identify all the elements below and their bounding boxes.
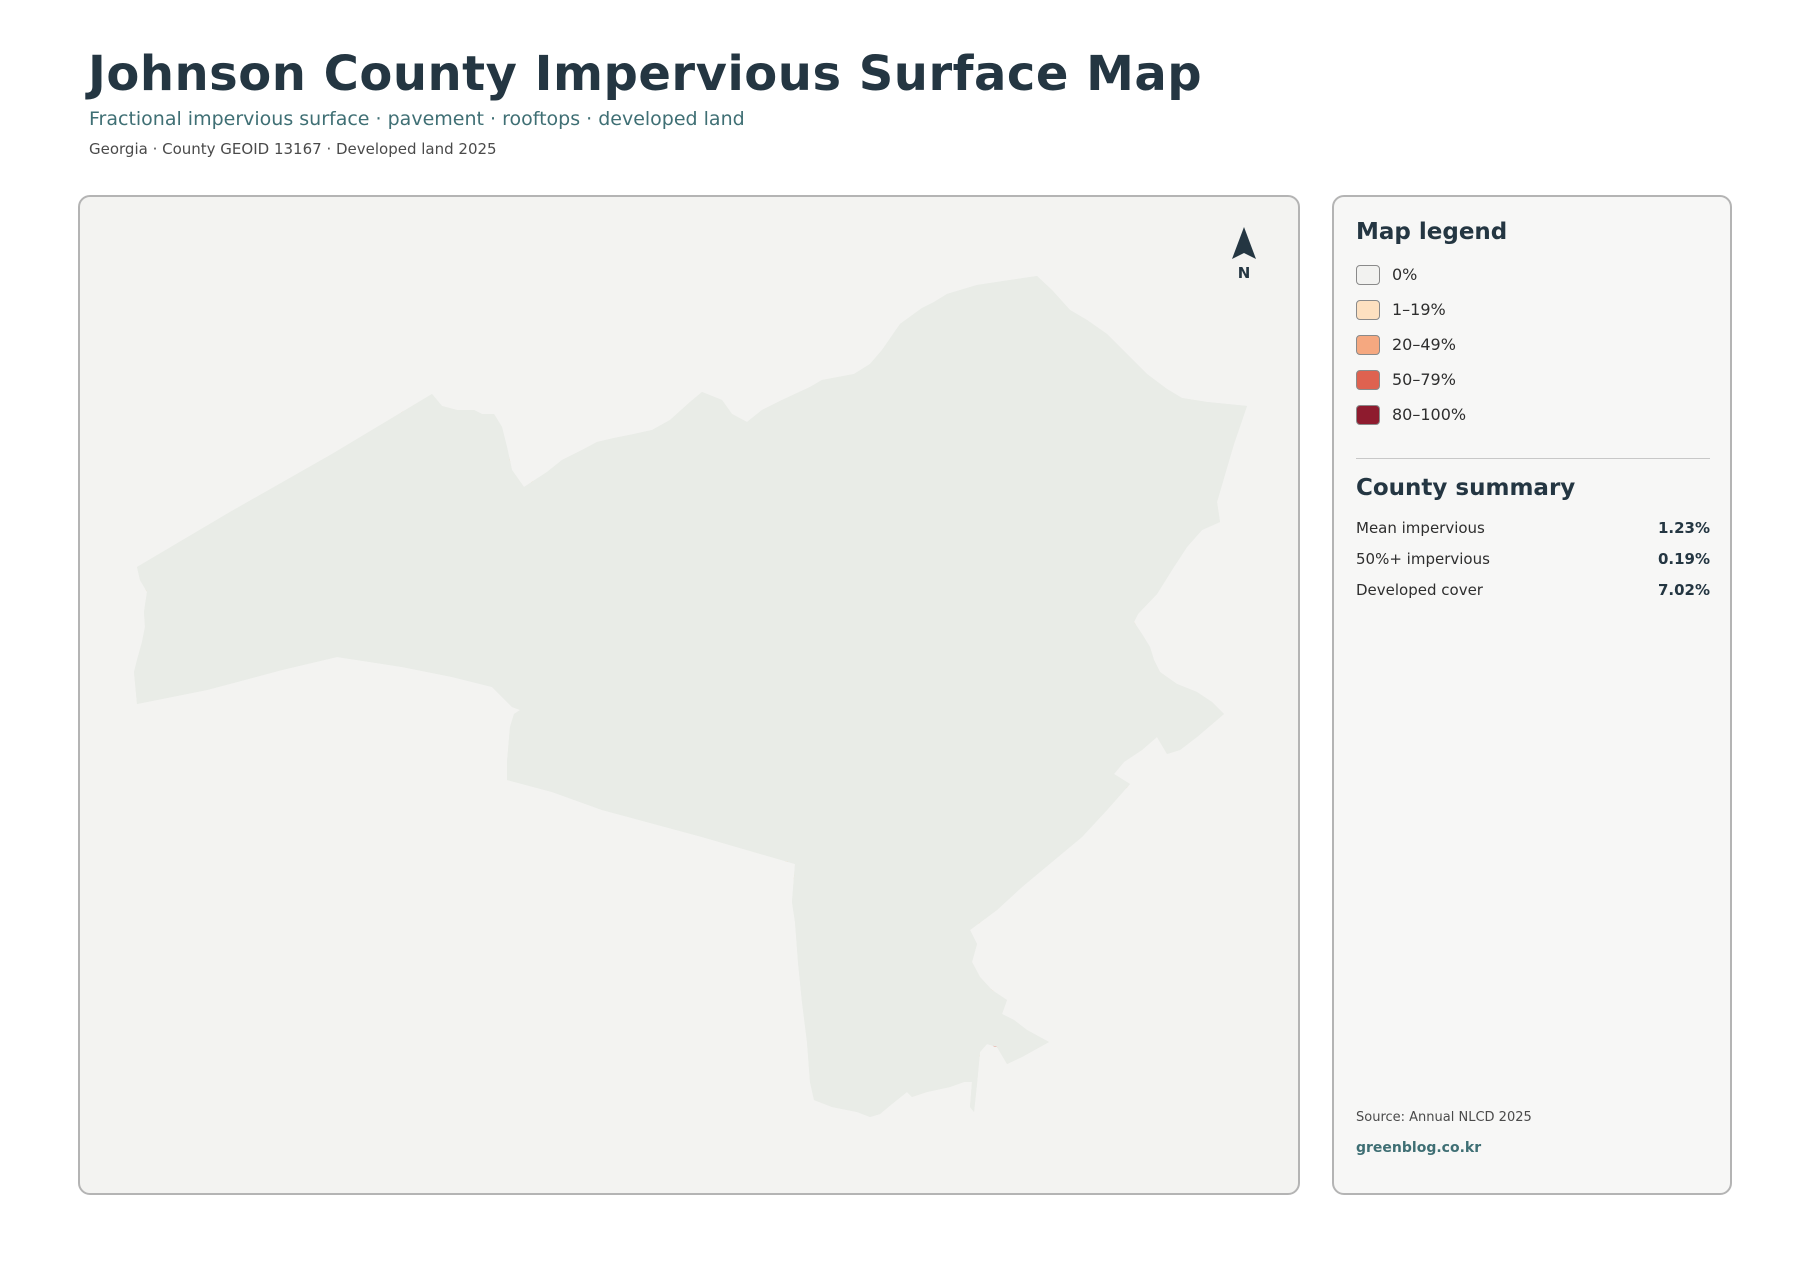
legend-panel: Map legend 0% 1–19% 20–49% 50–79% 80–100% Co… <box>1332 195 1732 1195</box>
summary-value: 7.02% <box>1657 581 1710 599</box>
legend-item: 1–19% <box>1356 300 1716 335</box>
summary-label: Developed cover <box>1356 581 1483 599</box>
legend-list: 0% 1–19% 20–49% 50–79% 80–100% <box>1356 265 1716 440</box>
page-meta: Georgia · County GEOID 13167 · Developed… <box>89 140 497 158</box>
legend-swatch <box>1356 335 1380 355</box>
summary-row: Mean impervious 1.23% <box>1356 519 1710 550</box>
summary-list: Mean impervious 1.23% 50%+ impervious 0.19%… <box>1356 519 1710 612</box>
summary-value: 1.23% <box>1657 519 1710 537</box>
legend-swatch <box>1356 265 1380 285</box>
legend-item: 0% <box>1356 265 1716 300</box>
legend-swatch <box>1356 370 1380 390</box>
legend-swatch <box>1356 405 1380 425</box>
site-link[interactable]: greenblog.co.kr <box>1356 1140 1481 1156</box>
county-map[interactable] <box>80 197 1300 1195</box>
legend-item: 80–100% <box>1356 405 1716 440</box>
legend-label: 0% <box>1392 265 1418 284</box>
legend-swatch <box>1356 300 1380 320</box>
legend-label: 1–19% <box>1392 300 1446 319</box>
summary-row: 50%+ impervious 0.19% <box>1356 550 1710 581</box>
page-subtitle: Fractional impervious surface · pavement… <box>89 108 745 130</box>
page-title: Johnson County Impervious Surface Map <box>88 46 1203 102</box>
summary-value: 0.19% <box>1657 550 1710 568</box>
map-panel[interactable] <box>78 195 1300 1195</box>
summary-row: Developed cover 7.02% <box>1356 581 1710 612</box>
summary-label: Mean impervious <box>1356 519 1485 537</box>
legend-title: Map legend <box>1356 219 1508 245</box>
legend-item: 50–79% <box>1356 370 1716 405</box>
legend-label: 50–79% <box>1392 370 1456 389</box>
north-label: N <box>1237 264 1251 282</box>
legend-label: 20–49% <box>1392 335 1456 354</box>
legend-label: 80–100% <box>1392 405 1467 424</box>
summary-label: 50%+ impervious <box>1356 550 1490 568</box>
legend-divider <box>1356 458 1710 459</box>
legend-item: 20–49% <box>1356 335 1716 370</box>
summary-title: County summary <box>1356 475 1576 501</box>
source-note: Source: Annual NLCD 2025 <box>1356 1110 1532 1125</box>
